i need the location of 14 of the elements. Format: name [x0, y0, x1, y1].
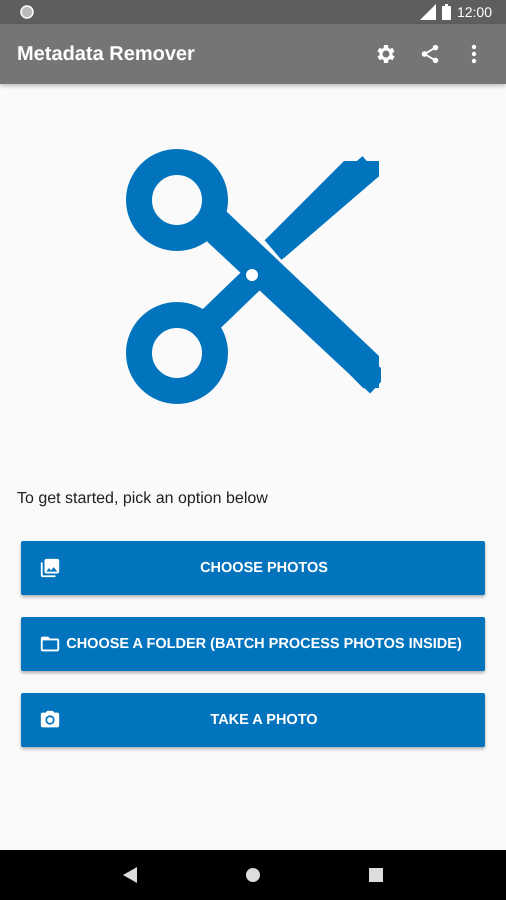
instruction-text: To get started, pick an option below — [17, 490, 269, 508]
signal-icon — [420, 4, 436, 20]
more-icon — [471, 44, 477, 64]
option-button[interactable]: TAKE A PHOTO — [21, 693, 485, 747]
app-title: Metadata Remover — [17, 42, 196, 66]
back-icon[interactable] — [123, 867, 137, 883]
option-button[interactable]: CHOOSE A FOLDER (BATCH PROCESS PHOTOS INSIDE) — [21, 617, 485, 671]
share-icon — [419, 43, 441, 65]
notification-icon — [20, 5, 34, 19]
option-button[interactable]: CHOOSE PHOTOS — [21, 541, 485, 595]
images-icon — [39, 557, 61, 579]
battery-icon — [442, 4, 451, 20]
home-icon[interactable] — [245, 867, 261, 883]
clock: 12:00 — [456, 4, 492, 20]
